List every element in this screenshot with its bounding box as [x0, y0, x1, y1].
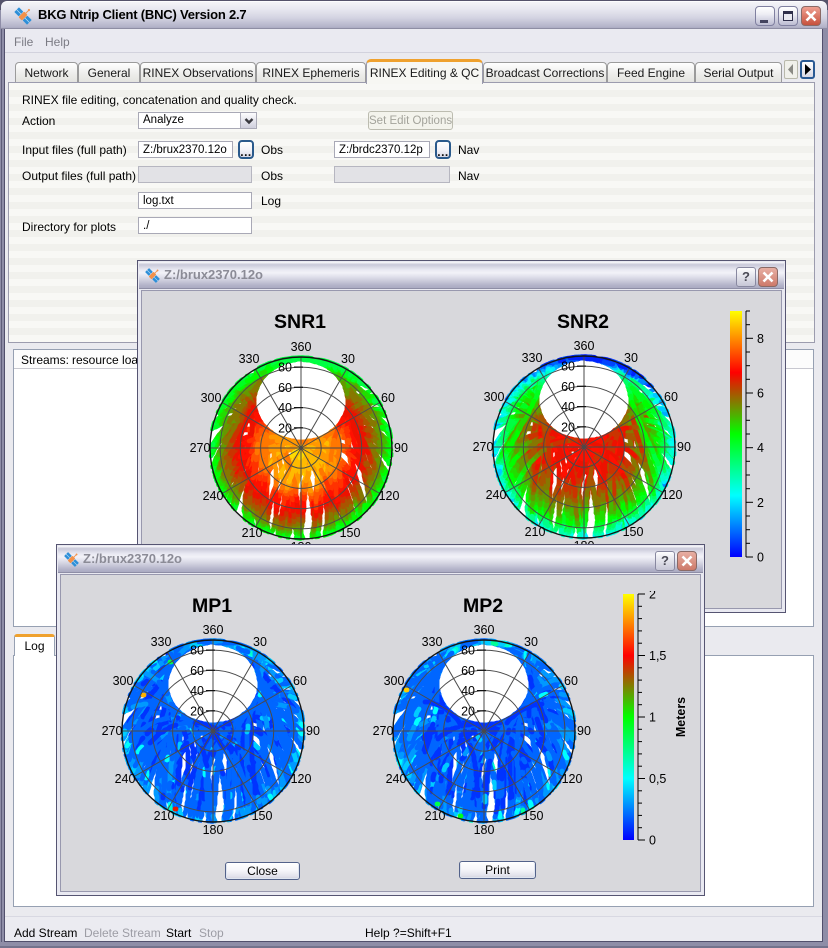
svg-text:150: 150: [252, 809, 273, 823]
svg-text:270: 270: [102, 724, 123, 738]
svg-text:330: 330: [151, 635, 172, 649]
svg-text:360: 360: [291, 340, 312, 354]
svg-text:0: 0: [649, 834, 656, 848]
svg-text:180: 180: [203, 823, 224, 837]
svg-text:210: 210: [425, 809, 446, 823]
svg-text:210: 210: [525, 525, 546, 539]
svg-text:8: 8: [757, 332, 764, 346]
svg-text:270: 270: [190, 441, 211, 455]
svg-text:360: 360: [474, 623, 495, 637]
svg-text:120: 120: [291, 772, 312, 786]
svg-text:40: 40: [278, 401, 292, 415]
svg-text:360: 360: [574, 339, 595, 353]
svg-text:120: 120: [662, 488, 683, 502]
svg-text:60: 60: [461, 664, 475, 678]
svg-text:210: 210: [242, 526, 263, 540]
svg-text:240: 240: [203, 489, 224, 503]
svg-text:150: 150: [523, 809, 544, 823]
svg-text:330: 330: [422, 635, 443, 649]
svg-text:60: 60: [561, 380, 575, 394]
svg-text:Meters: Meters: [674, 697, 688, 737]
svg-text:40: 40: [561, 400, 575, 414]
svg-text:150: 150: [623, 525, 644, 539]
svg-text:2: 2: [757, 496, 764, 510]
svg-text:90: 90: [306, 724, 320, 738]
svg-text:240: 240: [486, 488, 507, 502]
svg-text:210: 210: [154, 809, 175, 823]
svg-text:300: 300: [384, 674, 405, 688]
svg-text:270: 270: [473, 440, 494, 454]
svg-text:60: 60: [664, 390, 678, 404]
svg-text:180: 180: [474, 823, 495, 837]
svg-text:90: 90: [394, 441, 408, 455]
svg-text:80: 80: [190, 644, 204, 658]
svg-text:300: 300: [201, 391, 222, 405]
svg-text:80: 80: [461, 644, 475, 658]
svg-text:40: 40: [461, 684, 475, 698]
svg-text:30: 30: [624, 351, 638, 365]
svg-text:30: 30: [341, 352, 355, 366]
svg-text:300: 300: [484, 390, 505, 404]
svg-text:270: 270: [373, 724, 394, 738]
svg-text:120: 120: [562, 772, 583, 786]
svg-text:20: 20: [461, 704, 475, 718]
svg-text:30: 30: [524, 635, 538, 649]
svg-text:20: 20: [278, 421, 292, 435]
svg-text:60: 60: [190, 664, 204, 678]
svg-text:60: 60: [278, 381, 292, 395]
svg-text:330: 330: [239, 352, 260, 366]
svg-text:20: 20: [190, 704, 204, 718]
svg-text:240: 240: [115, 772, 136, 786]
svg-text:0: 0: [757, 551, 764, 565]
svg-text:90: 90: [577, 724, 591, 738]
svg-text:60: 60: [381, 391, 395, 405]
svg-text:20: 20: [561, 420, 575, 434]
svg-text:80: 80: [278, 361, 292, 375]
svg-text:60: 60: [564, 674, 578, 688]
svg-text:60: 60: [293, 674, 307, 688]
svg-text:300: 300: [113, 674, 134, 688]
svg-text:150: 150: [340, 526, 361, 540]
svg-text:30: 30: [253, 635, 267, 649]
svg-text:240: 240: [386, 772, 407, 786]
svg-text:80: 80: [561, 360, 575, 374]
svg-text:90: 90: [677, 440, 691, 454]
svg-text:40: 40: [190, 684, 204, 698]
svg-text:360: 360: [203, 623, 224, 637]
svg-text:1: 1: [649, 711, 656, 725]
svg-text:6: 6: [757, 387, 764, 401]
svg-text:0,5: 0,5: [649, 772, 666, 786]
svg-text:2: 2: [649, 591, 656, 602]
svg-text:120: 120: [379, 489, 400, 503]
svg-text:4: 4: [757, 441, 764, 455]
svg-text:1,5: 1,5: [649, 649, 666, 663]
svg-text:330: 330: [522, 351, 543, 365]
